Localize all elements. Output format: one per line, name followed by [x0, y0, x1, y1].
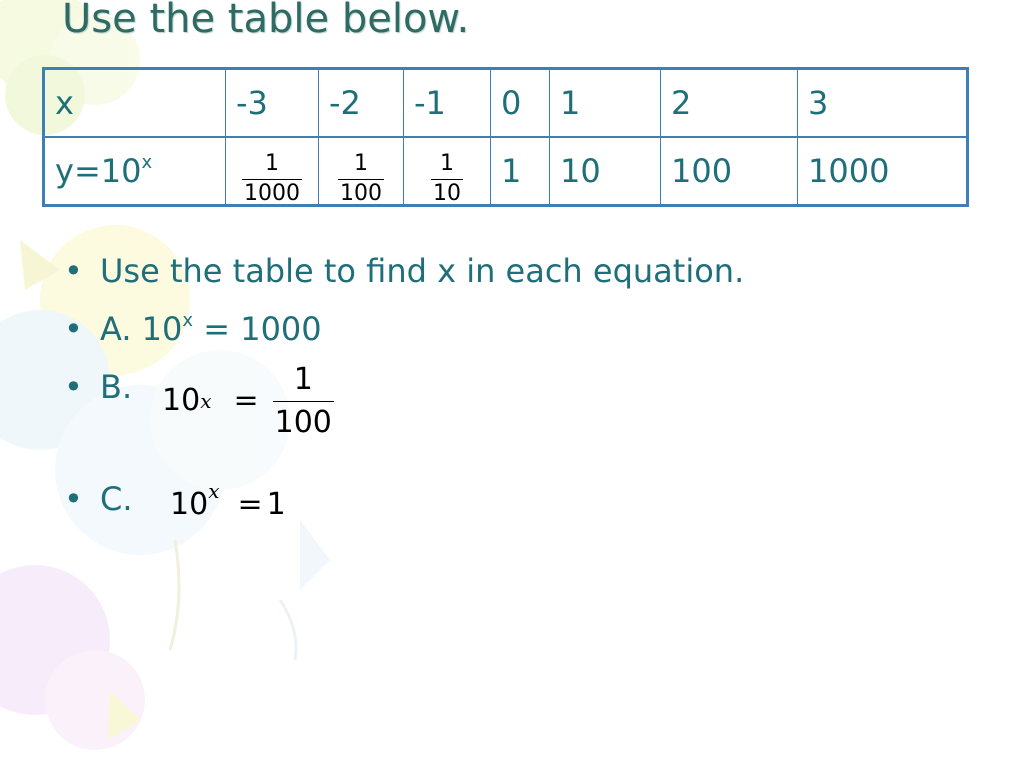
bullet-icon: • — [64, 368, 83, 406]
fraction-bar — [338, 178, 384, 180]
x-cell: -3 — [225, 68, 319, 138]
bullet-c-label: C. — [100, 480, 133, 518]
bullet-text: Use the table to find x in each equation… — [100, 252, 745, 290]
table-row-y: y=10x 1 1000 1 100 1 10 1 10 100 1000 — [43, 136, 968, 206]
y-cell: 1000 — [797, 136, 968, 206]
fraction-bar — [272, 401, 334, 402]
fraction-denominator: 10 — [433, 180, 461, 206]
y-cell: 1 — [490, 136, 550, 206]
x-cell: 0 — [490, 68, 550, 138]
bullet-a-prefix: A. 10 — [100, 310, 183, 348]
equation-b-fraction: 1 100 — [272, 362, 334, 440]
fraction-numerator: 1 — [265, 150, 279, 176]
fraction: 1 10 — [431, 150, 463, 206]
y-header-label: y=10 — [55, 152, 142, 190]
y-fraction-cell: 1 1000 — [225, 136, 319, 206]
y-cell: 100 — [660, 136, 798, 206]
y-cell: 10 — [549, 136, 661, 206]
x-cell: -2 — [318, 68, 404, 138]
bullet-a: • A. 10x = 1000 — [64, 310, 744, 368]
equation-c: 10x = 1 — [170, 481, 286, 522]
fraction-numerator: 1 — [354, 150, 368, 176]
bullet-b-label: B. — [100, 368, 133, 406]
bullet-icon: • — [64, 310, 83, 348]
fraction-denominator: 1000 — [244, 180, 300, 206]
y-header-cell: y=10x — [43, 136, 226, 206]
fraction-denominator: 100 — [274, 405, 332, 440]
y-header-exponent: x — [141, 152, 153, 173]
equation-b-base: 10 — [162, 383, 201, 418]
bullet-icon: • — [64, 252, 83, 290]
equals-sign: = — [233, 383, 259, 418]
values-table: x -3 -2 -1 0 1 2 3 y=10x 1 1000 1 100 1 — [42, 67, 969, 207]
equation-b: 10 x = 1 100 — [162, 362, 334, 440]
y-fraction-cell: 1 100 — [318, 136, 404, 206]
bullet-a-exponent: x — [182, 310, 194, 331]
bullet-intro: • Use the table to find x in each equati… — [64, 252, 744, 310]
x-header-cell: x — [43, 68, 226, 138]
y-fraction-cell: 1 10 — [403, 136, 491, 206]
fraction-denominator: 100 — [340, 180, 382, 206]
table-row-x: x -3 -2 -1 0 1 2 3 — [43, 68, 968, 138]
bullet-c: • C. — [64, 480, 744, 538]
bullet-a-suffix: = 1000 — [193, 310, 322, 348]
x-cell: 1 — [549, 68, 661, 138]
equation-c-rhs: 1 — [266, 487, 286, 522]
equals-sign: = — [237, 487, 263, 522]
equation-c-exponent: x — [208, 479, 220, 503]
fraction-bar — [242, 178, 302, 180]
fraction-numerator: 1 — [440, 150, 454, 176]
fraction-numerator: 1 — [293, 362, 313, 397]
x-cell: -1 — [403, 68, 491, 138]
x-cell: 3 — [797, 68, 968, 138]
equation-c-base: 10 — [170, 487, 209, 522]
slide-title: Use the table below. — [62, 0, 470, 42]
x-cell: 2 — [660, 68, 798, 138]
fraction: 1 1000 — [242, 150, 302, 206]
bullet-icon: • — [64, 480, 83, 518]
fraction-bar — [431, 178, 463, 180]
fraction: 1 100 — [338, 150, 384, 206]
